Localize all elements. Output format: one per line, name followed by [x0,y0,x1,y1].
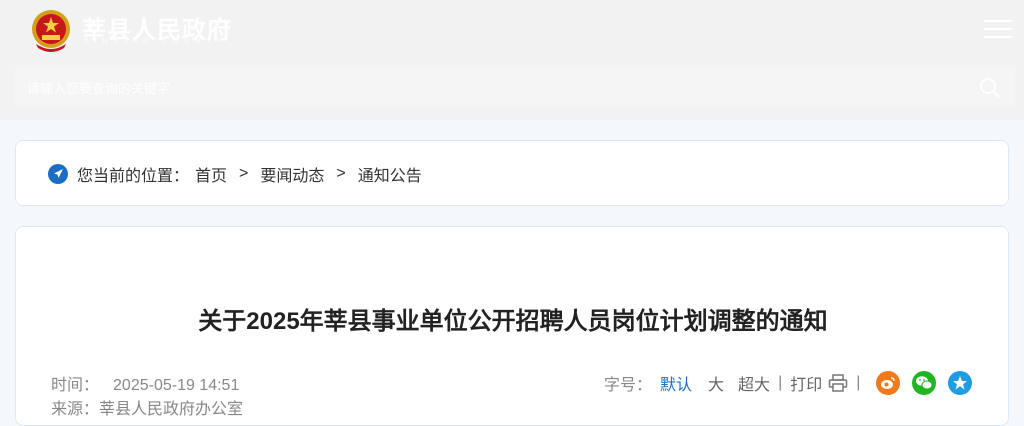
location-arrow-icon [48,164,68,184]
font-size-default-button[interactable]: 默认 [660,371,692,395]
share-qzone-button[interactable] [948,371,973,395]
time-label: 时间： [51,377,100,394]
breadcrumb-card: 您当前的位置： 首页 > 要闻动态 > 通知公告 [15,140,1009,206]
breadcrumb-separator: > [336,165,346,182]
toolbar-divider: | [778,374,783,391]
national-emblem-icon[interactable] [28,8,74,54]
article-title: 关于2025年莘县事业单位公开招聘人员岗位计划调整的通知 [198,308,828,335]
article-card: 关于2025年莘县事业单位公开招聘人员岗位计划调整的通知 时间： 2025-05-… [15,226,1009,426]
search-icon[interactable] [979,77,1001,99]
search-input[interactable] [25,67,959,109]
breadcrumb-separator: > [239,165,249,182]
share-wechat-button[interactable] [912,371,937,395]
article-source: 来源：莘县人民政府办公室 [51,401,244,418]
weibo-icon [881,377,896,389]
site-subtitle: XINXIAN COUNTY [84,38,228,45]
article-toolbar: 字号： 默认 大 超大 | 打印 | [604,371,973,395]
search-bar [15,67,1015,109]
article-time: 时间： 2025-05-19 14:51 [51,371,239,395]
site-header: 莘县人民政府 XINXIAN COUNTY [0,0,1024,120]
font-size-xlarge-button[interactable]: 超大 [738,371,770,395]
wechat-icon [916,376,933,390]
breadcrumb-label: 您当前的位置： [77,168,190,185]
qzone-star-icon [953,376,968,390]
breadcrumb: 您当前的位置： 首页 > 要闻动态 > 通知公告 [48,162,422,186]
time-value: 2025-05-19 14:51 [113,377,240,394]
print-button[interactable]: 打印 [790,371,822,395]
printer-icon[interactable] [828,374,848,392]
breadcrumb-home-link[interactable]: 首页 [195,162,227,186]
share-weibo-button[interactable] [876,371,901,395]
menu-icon[interactable] [982,18,1014,40]
font-size-large-button[interactable]: 大 [708,371,724,395]
toolbar-divider: | [856,374,861,391]
breadcrumb-news-link[interactable]: 要闻动态 [260,162,324,186]
font-size-label: 字号： [604,377,653,394]
breadcrumb-notices-link[interactable]: 通知公告 [358,162,422,186]
